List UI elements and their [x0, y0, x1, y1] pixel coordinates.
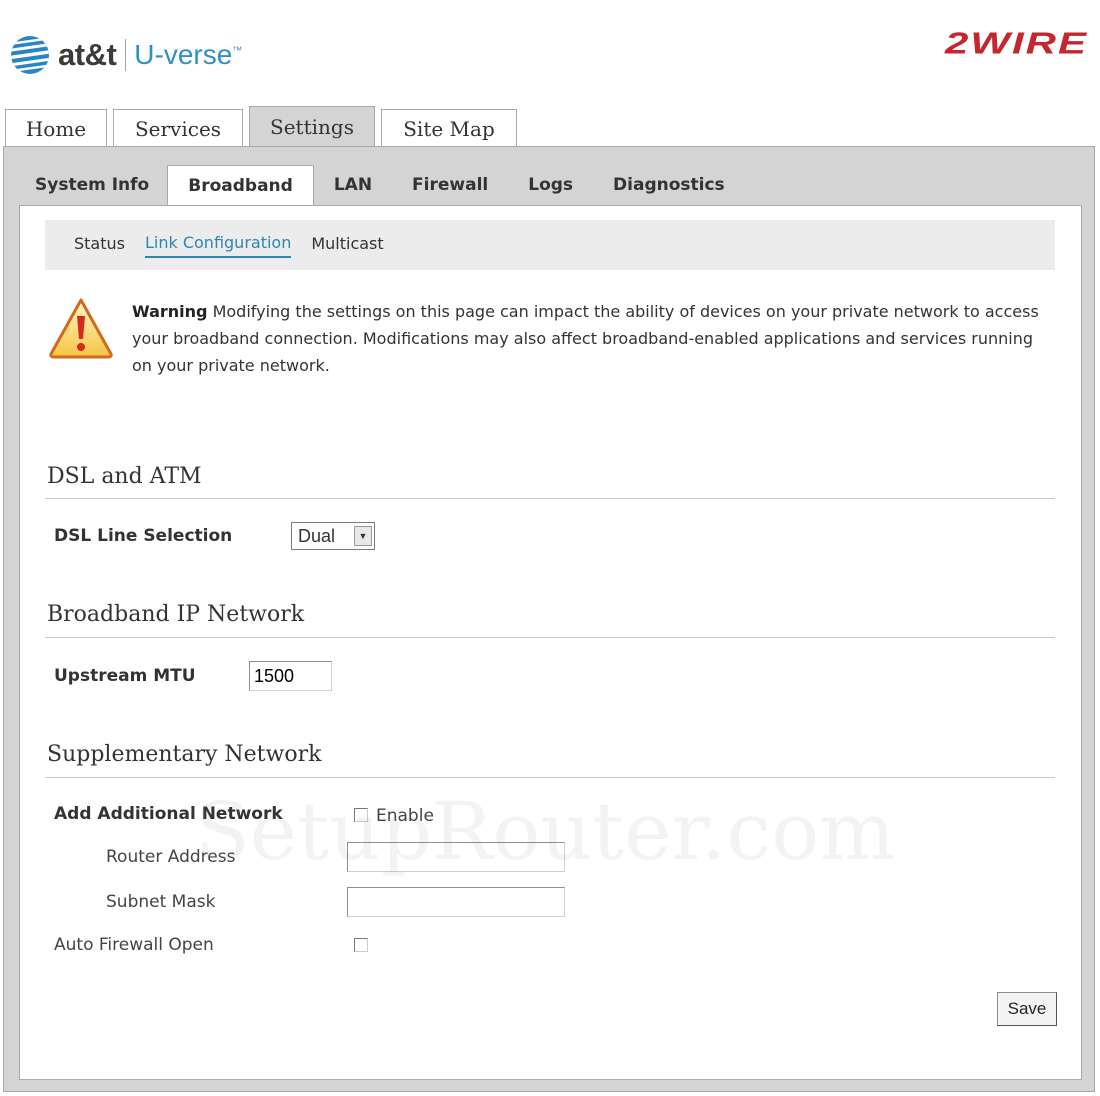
- top-tabs: Home Services Settings Site Map: [5, 106, 523, 147]
- settings-sub-tabs: System Info Broadband LAN Firewall Logs …: [21, 165, 745, 206]
- section-supplementary: Supplementary Network: [47, 742, 322, 767]
- enable-checkbox[interactable]: [354, 808, 368, 822]
- upstream-mtu-input[interactable]: [249, 661, 332, 691]
- nav-multicast[interactable]: Multicast: [311, 234, 383, 257]
- broadband-subnav: Status Link Configuration Multicast: [45, 220, 1055, 270]
- warning-title: Warning: [132, 302, 208, 321]
- att-uverse-logo: at&t U-verse™: [10, 30, 242, 80]
- tab-broadband[interactable]: Broadband: [167, 165, 314, 206]
- auto-firewall-checkbox[interactable]: [354, 938, 368, 952]
- section-dsl-atm: DSL and ATM: [47, 464, 202, 489]
- section-divider: [45, 637, 1055, 638]
- tab-home[interactable]: Home: [5, 109, 107, 147]
- subnet-mask-input[interactable]: [347, 887, 565, 917]
- tab-firewall[interactable]: Firewall: [392, 165, 508, 205]
- router-address-input[interactable]: [347, 842, 565, 872]
- tab-settings[interactable]: Settings: [249, 106, 375, 147]
- save-button[interactable]: Save: [997, 992, 1057, 1026]
- settings-frame: System Info Broadband LAN Firewall Logs …: [3, 146, 1095, 1092]
- section-divider: [45, 498, 1055, 499]
- nav-status[interactable]: Status: [74, 234, 125, 257]
- nav-link-configuration[interactable]: Link Configuration: [144, 233, 292, 258]
- tab-services[interactable]: Services: [113, 109, 243, 147]
- dsl-line-selection-select[interactable]: Dual ▼: [291, 522, 375, 550]
- warning-message: Warning Modifying the settings on this p…: [132, 298, 1052, 379]
- auto-firewall-label: Auto Firewall Open: [54, 935, 214, 955]
- add-network-label: Add Additional Network: [54, 804, 283, 824]
- tab-system-info[interactable]: System Info: [21, 165, 167, 205]
- warning-body: Modifying the settings on this page can …: [132, 302, 1039, 375]
- warning-triangle-icon: [49, 298, 113, 359]
- tab-lan[interactable]: LAN: [314, 165, 392, 205]
- section-broadband-ip: Broadband IP Network: [47, 602, 305, 627]
- logo-separator: [125, 39, 127, 71]
- chevron-down-icon[interactable]: ▼: [354, 526, 372, 546]
- dsl-line-selection-label: DSL Line Selection: [54, 526, 233, 546]
- tab-site-map[interactable]: Site Map: [381, 109, 517, 147]
- subnet-mask-label: Subnet Mask: [106, 892, 216, 912]
- router-address-label: Router Address: [106, 847, 236, 867]
- dsl-line-selection-value: Dual: [298, 526, 336, 546]
- enable-label: Enable: [376, 806, 434, 826]
- section-divider: [45, 777, 1055, 778]
- upstream-mtu-label: Upstream MTU: [54, 666, 196, 686]
- tab-diagnostics[interactable]: Diagnostics: [593, 165, 745, 205]
- broadband-panel: Status Link Configuration Multicast Warn…: [19, 205, 1082, 1080]
- 2wire-logo: 2WIRE: [944, 26, 1088, 60]
- att-brand-text: at&t: [58, 37, 117, 72]
- tab-logs[interactable]: Logs: [508, 165, 593, 205]
- att-globe-icon: [11, 36, 49, 74]
- uverse-brand-text: U-verse™: [134, 39, 243, 70]
